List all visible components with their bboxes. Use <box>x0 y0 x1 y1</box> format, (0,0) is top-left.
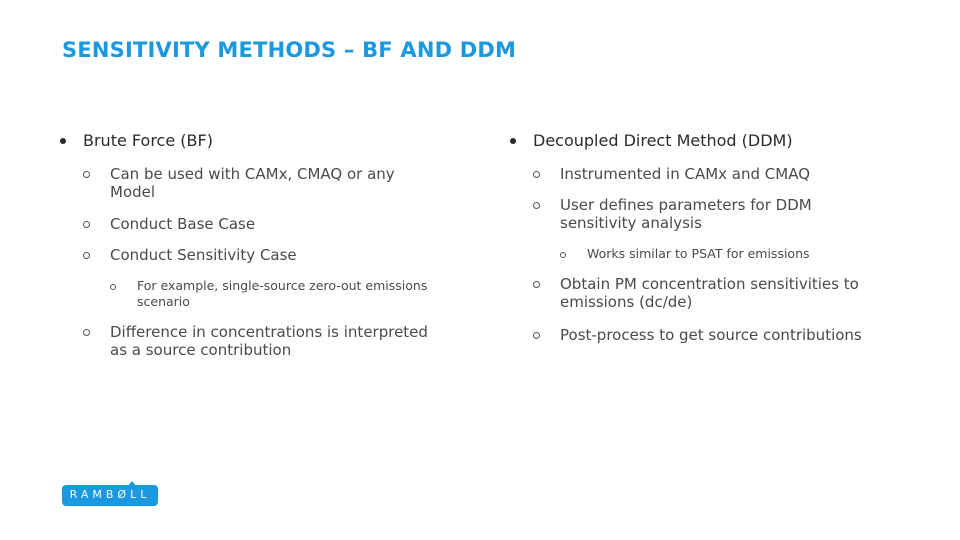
item-line: sensitivity analysis <box>560 214 702 232</box>
item-line: Post-process to get source contributions <box>560 326 862 344</box>
hollow-bullet-icon <box>110 284 116 290</box>
heading-text: Brute Force (BF) <box>83 131 213 150</box>
item-line: For example, single-source zero-out emis… <box>137 278 428 293</box>
item-line: as a source contribution <box>110 341 292 359</box>
item-line: Instrumented in CAMx and CMAQ <box>560 165 811 183</box>
item-line: User defines parameters for DDM <box>560 196 812 214</box>
filled-bullet-icon <box>60 138 66 144</box>
item-line: scenario <box>137 294 190 309</box>
hollow-bullet-icon <box>83 221 90 228</box>
item-line: Obtain PM concentration sensitivities to <box>560 275 859 293</box>
item-line: Works similar to PSAT for emissions <box>587 246 810 261</box>
hollow-bullet-icon <box>83 252 90 259</box>
item-line: Difference in concentrations is interpre… <box>110 323 428 341</box>
hollow-bullet-icon <box>533 171 540 178</box>
filled-bullet-icon <box>510 138 516 144</box>
item-line: emissions (dc/de) <box>560 293 693 311</box>
logo-text: RAMBØLL <box>69 488 151 501</box>
item-line: Conduct Sensitivity Case <box>110 246 297 264</box>
slide-title: SENSITIVITY METHODS – BF AND DDM <box>62 38 517 62</box>
hollow-bullet-icon <box>560 252 566 258</box>
hollow-bullet-icon <box>533 332 540 339</box>
item-line: Conduct Base Case <box>110 215 256 233</box>
logo-notch-icon <box>128 481 136 486</box>
hollow-bullet-icon <box>533 202 540 209</box>
hollow-bullet-icon <box>533 281 540 288</box>
hollow-bullet-icon <box>83 171 90 178</box>
item-line: Model <box>110 183 156 201</box>
item-line: Can be used with CAMx, CMAQ or any <box>110 165 395 183</box>
heading-text: Decoupled Direct Method (DDM) <box>533 131 793 150</box>
ramboll-logo: RAMBØLL <box>62 481 158 506</box>
hollow-bullet-icon <box>83 329 90 336</box>
